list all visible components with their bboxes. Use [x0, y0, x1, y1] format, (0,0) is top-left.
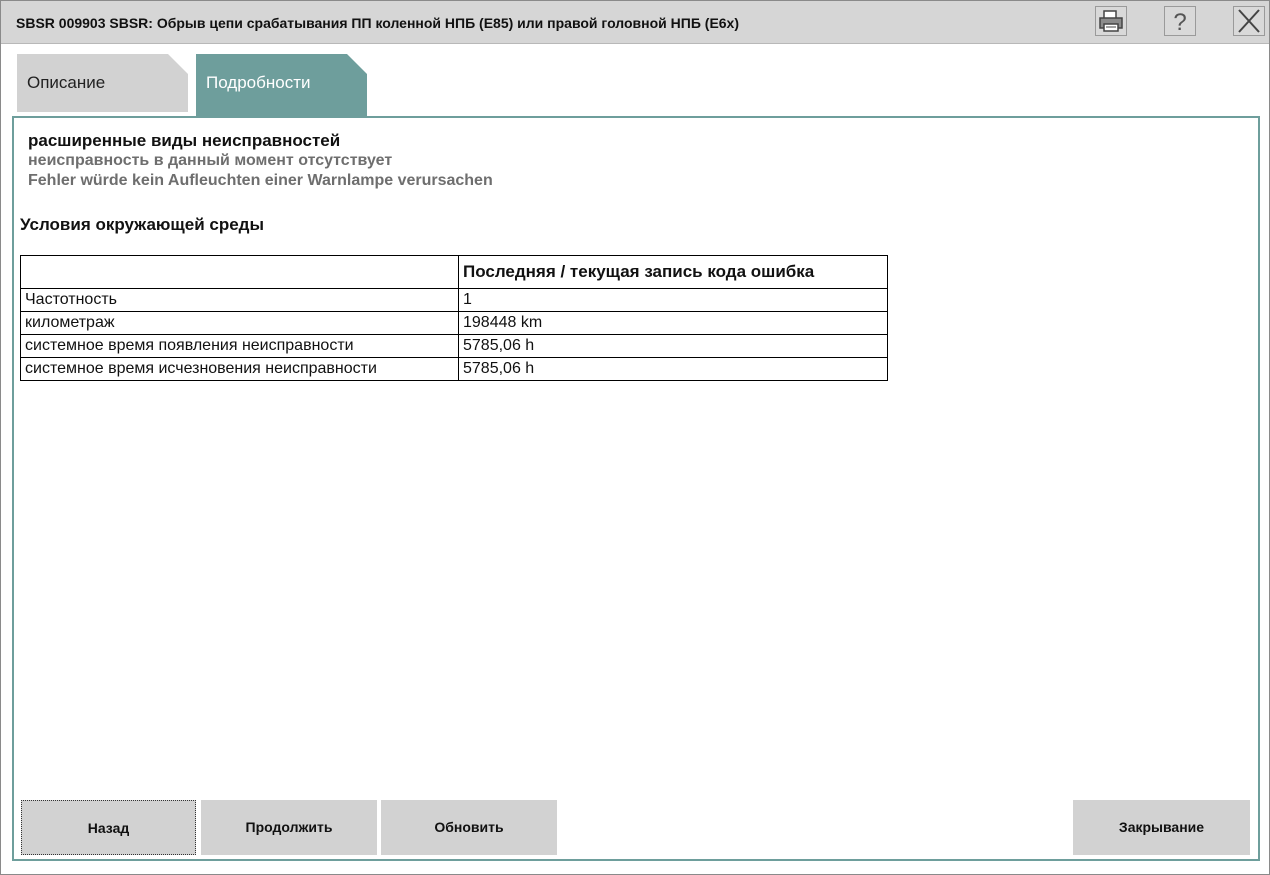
tab-corner [347, 54, 367, 74]
section-title: Условия окружающей среды [20, 215, 264, 234]
tab-description-label: Описание [27, 73, 106, 92]
table-cell-label: системное время исчезновения неисправнос… [20, 357, 459, 381]
table-cell-value: 198448 km [458, 311, 888, 335]
fault-heading: расширенные виды неисправностей [28, 131, 341, 150]
warning-lamp-line: Fehler würde kein Aufleuchten einer Warn… [28, 172, 493, 189]
close-window-button[interactable] [1233, 6, 1265, 36]
refresh-button[interactable]: Обновить [381, 800, 557, 855]
dialog-window: SBSR 009903 SBSR: Обрыв цепи срабатывани… [0, 0, 1270, 875]
table-header-cell: Последняя / текущая запись кода ошибка [458, 255, 888, 289]
close-button[interactable]: Закрывание [1073, 800, 1250, 855]
table-row: системное время появления неисправности … [20, 334, 888, 358]
help-button[interactable]: ? [1164, 6, 1196, 36]
table-row: километраж 198448 km [20, 311, 888, 335]
title-bar: SBSR 009903 SBSR: Обрыв цепи срабатывани… [1, 1, 1269, 44]
tab-corner [168, 54, 188, 74]
environment-table: Последняя / текущая запись кода ошибка Ч… [20, 255, 888, 381]
continue-button[interactable]: Продолжить [201, 800, 377, 855]
tab-details[interactable]: Подробности [196, 54, 367, 117]
svg-text:?: ? [1173, 9, 1186, 35]
table-header-row: Последняя / текущая запись кода ошибка [20, 255, 888, 289]
tab-description[interactable]: Описание [17, 54, 188, 112]
table-cell-value: 5785,06 h [458, 357, 888, 381]
window-title: SBSR 009903 SBSR: Обрыв цепи срабатывани… [16, 15, 740, 31]
table-cell-label: системное время появления неисправности [20, 334, 459, 358]
tab-details-label: Подробности [206, 73, 311, 92]
table-cell-label: Частотность [20, 288, 459, 312]
table-cell-value: 1 [458, 288, 888, 312]
print-button[interactable] [1095, 6, 1127, 36]
back-button[interactable]: Назад [21, 800, 196, 855]
help-icon: ? [1173, 9, 1186, 35]
details-panel: расширенные виды неисправностей неисправ… [12, 116, 1260, 861]
table-row: Частотность 1 [20, 288, 888, 312]
table-row: системное время исчезновения неисправнос… [20, 357, 888, 381]
table-cell-value: 5785,06 h [458, 334, 888, 358]
printer-icon [1099, 10, 1123, 32]
table-header-cell [20, 255, 459, 289]
fault-status-line: неисправность в данный момент отсутствуе… [28, 152, 393, 169]
table-cell-label: километраж [20, 311, 459, 335]
close-icon [1238, 9, 1260, 33]
